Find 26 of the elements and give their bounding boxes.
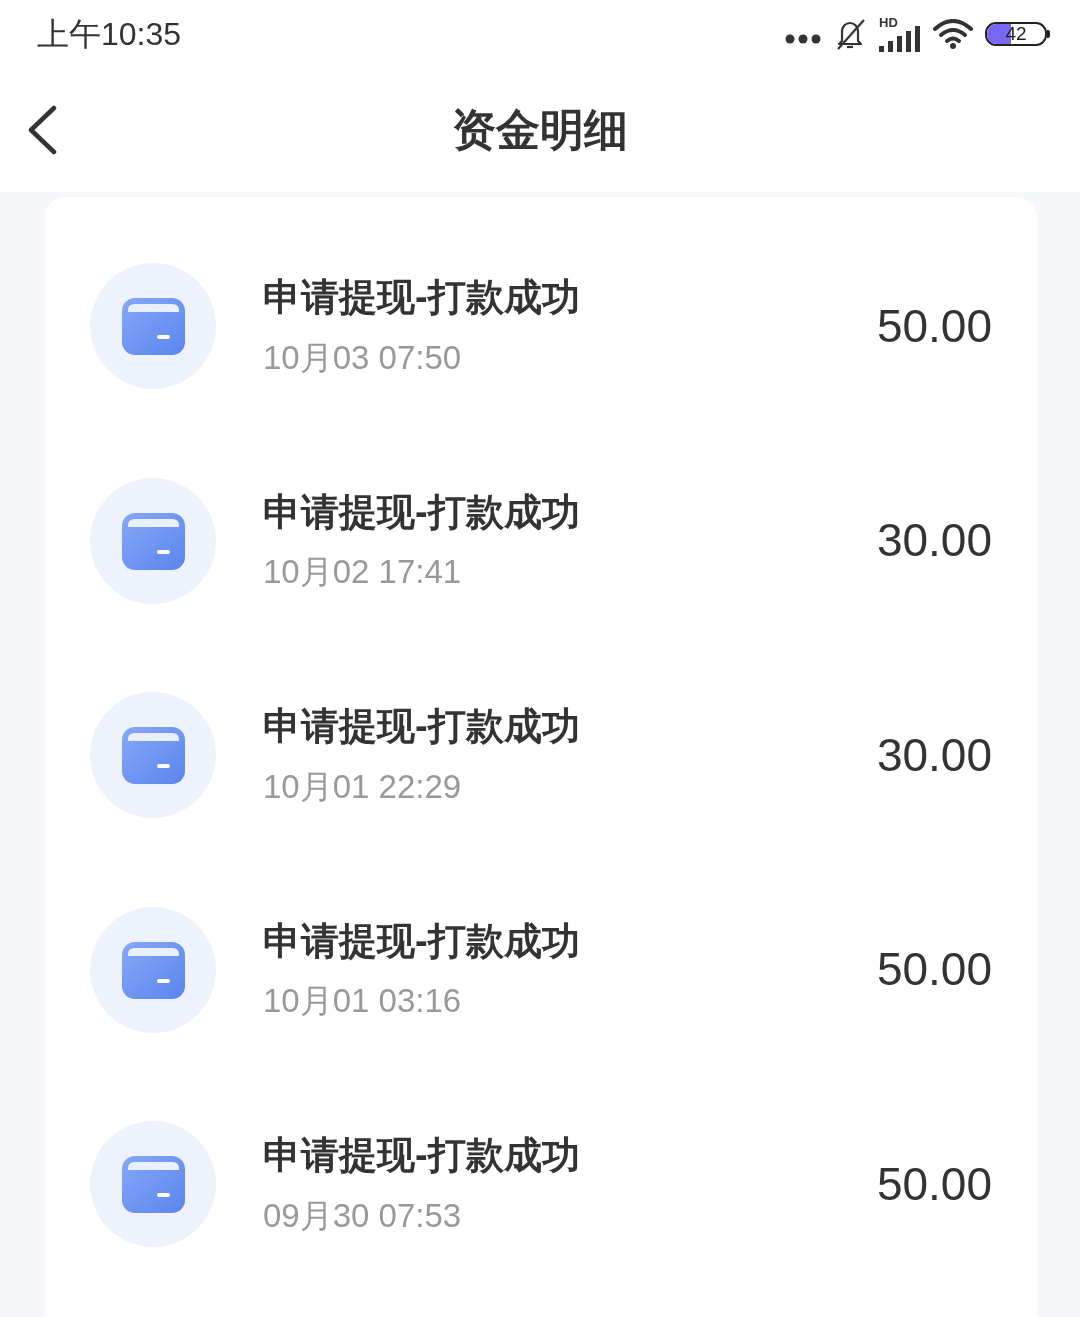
record-title: 申请提现-打款成功 — [263, 489, 581, 535]
card-icon — [90, 906, 216, 1033]
record-title: 申请提现-打款成功 — [263, 704, 581, 750]
card-icon — [90, 477, 216, 604]
record-amount: 50.00 — [876, 942, 992, 998]
record-amount: 30.00 — [876, 727, 992, 783]
record-time: 10月01 03:16 — [263, 981, 463, 1021]
page-title: 资金明细 — [452, 103, 628, 156]
card-icon — [90, 692, 216, 819]
back-icon — [26, 105, 58, 155]
record-amount: 50.00 — [876, 298, 992, 354]
record-time: 10月03 07:50 — [263, 337, 463, 378]
status-time: 上午10:35 — [37, 18, 182, 50]
more-dots-icon — [785, 34, 821, 44]
record-amount: 50.00 — [876, 1156, 992, 1212]
record-time: 10月02 17:41 — [263, 552, 463, 592]
record-title: 申请提现-打款成功 — [263, 1133, 581, 1179]
back-button[interactable] — [26, 105, 58, 155]
record-time: 09月30 07:53 — [263, 1195, 463, 1236]
record-title: 申请提现-打款成功 — [263, 918, 581, 964]
record-title: 申请提现-打款成功 — [263, 275, 581, 321]
wifi-icon — [933, 19, 973, 49]
card-icon — [90, 1121, 216, 1248]
record-time: 10月01 22:29 — [263, 766, 463, 807]
card-icon — [90, 263, 216, 390]
record-amount: 30.00 — [876, 513, 992, 569]
